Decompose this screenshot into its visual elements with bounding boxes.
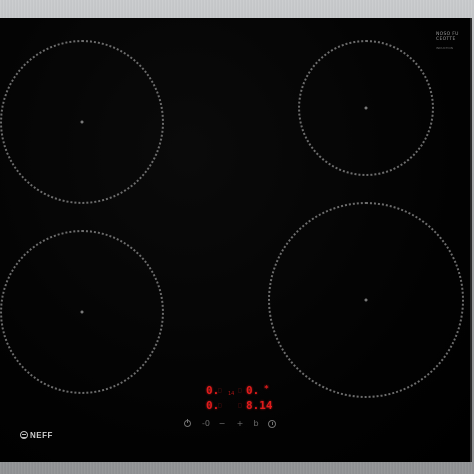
badge-line-3: INDUCTION (436, 46, 454, 50)
power-button[interactable] (182, 418, 194, 430)
schott-ceran-badge: NOSO FU CEOTTE INDUCTION (436, 32, 464, 50)
zone-center-mark (80, 120, 84, 124)
cooking-zone-rear-right[interactable] (268, 202, 464, 398)
display-right-top: 0. (246, 384, 260, 397)
lock-button[interactable]: -0 (200, 418, 212, 430)
brand-logo: NEFF (20, 429, 53, 441)
display-right-bottom: 8.14 (246, 399, 273, 412)
neff-logo-icon (20, 431, 28, 439)
timer-icon (268, 420, 276, 428)
display-right-bottom-dim: □ (238, 402, 242, 409)
zone-center-mark (364, 106, 368, 110)
cooking-zone-rear-left[interactable] (0, 230, 164, 394)
zone-center-mark (80, 310, 84, 314)
boost-button[interactable]: b (250, 418, 262, 430)
timer-button[interactable] (266, 418, 278, 430)
display-left-top-dim: □ (218, 387, 222, 394)
display-left-bottom-dim: □ (218, 402, 222, 409)
touch-control-strip: -0 − + b (180, 418, 280, 430)
plus-button[interactable]: + (234, 418, 246, 430)
power-icon (184, 419, 191, 427)
display-right-top-dim: □ (238, 387, 242, 394)
badge-line-2: CEOTTE (436, 37, 456, 42)
brand-name: NEFF (30, 430, 53, 440)
minus-button[interactable]: − (216, 418, 228, 430)
zone-center-mark (364, 298, 368, 302)
cooking-zone-front-right[interactable] (298, 40, 434, 176)
power-level-display: 0. □ 14 □ 0. * 0. □ □ 8.14 (200, 382, 276, 412)
display-center-mark: 14 (228, 391, 235, 397)
cooking-zone-front-left[interactable] (0, 40, 164, 204)
display-right-top-suffix: * (264, 384, 269, 393)
